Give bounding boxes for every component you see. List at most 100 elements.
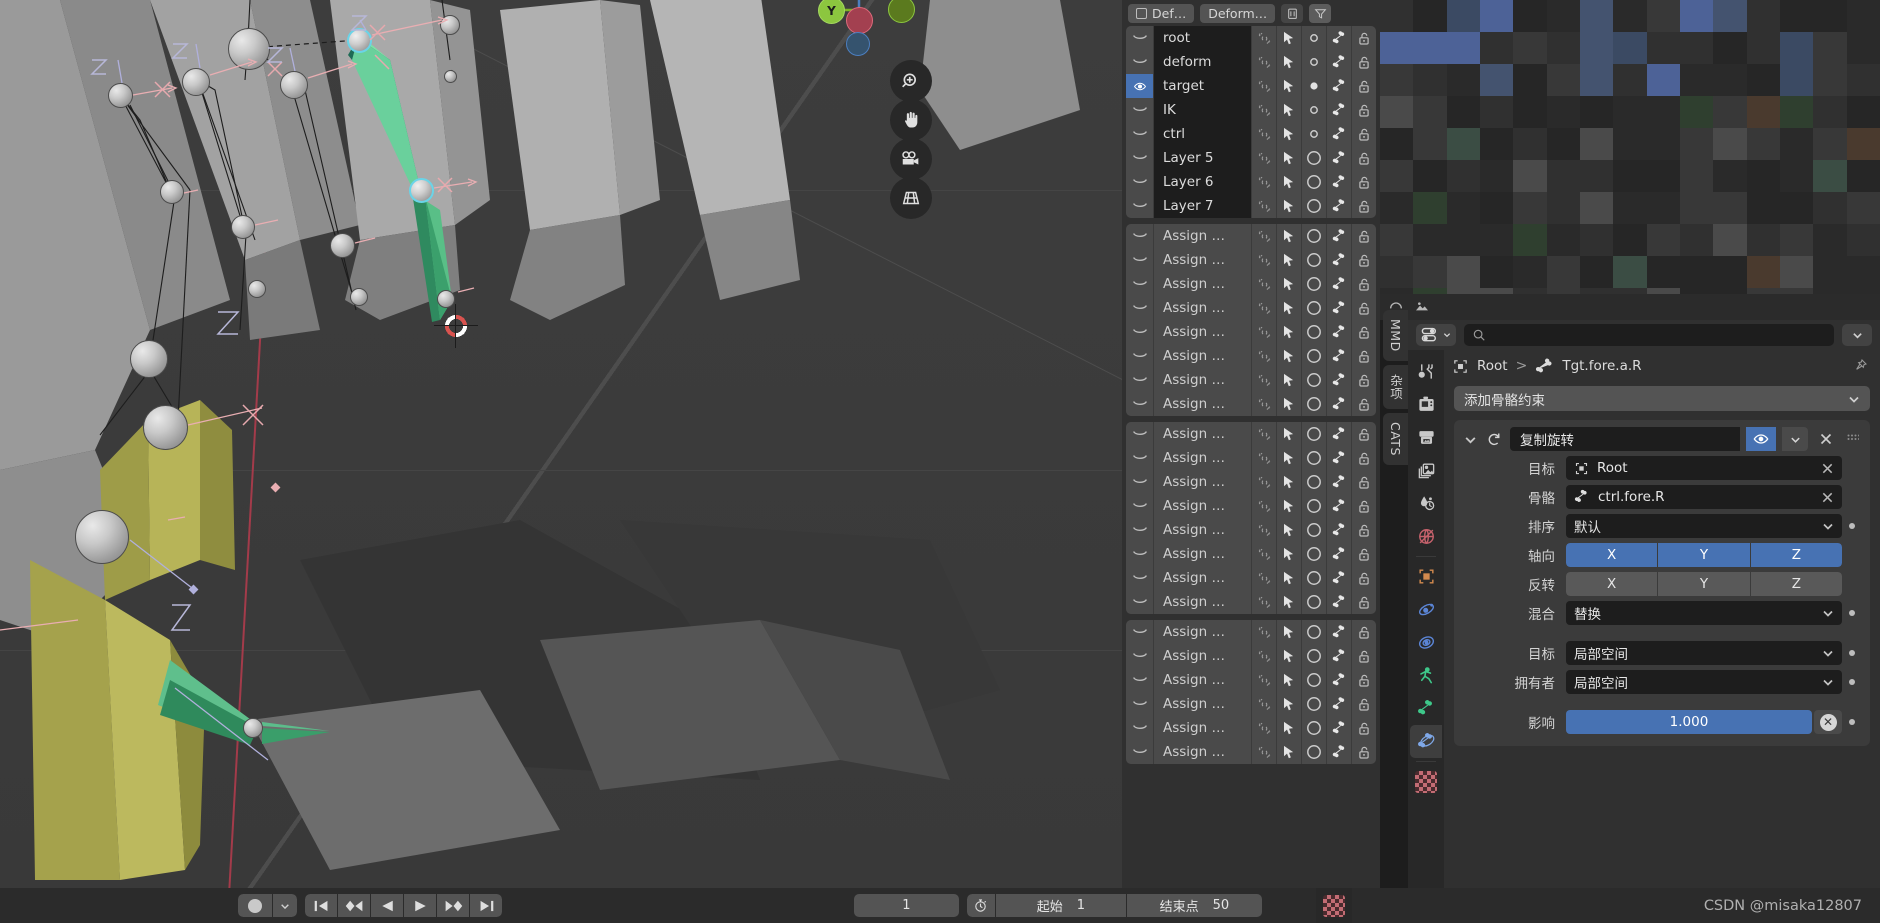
lock-open-icon[interactable] bbox=[1352, 620, 1376, 644]
layer-visibility-toggle[interactable] bbox=[1126, 272, 1153, 296]
lock-open-icon[interactable] bbox=[1352, 248, 1376, 272]
select-cursor-icon[interactable] bbox=[1277, 446, 1301, 470]
layer-name[interactable]: Assign … bbox=[1154, 566, 1251, 590]
tab-object-data[interactable] bbox=[1410, 659, 1442, 692]
bone-icon[interactable] bbox=[1327, 692, 1351, 716]
unlink-icon[interactable] bbox=[1252, 446, 1276, 470]
bone-icon[interactable] bbox=[1327, 392, 1351, 416]
layer-visibility-toggle[interactable] bbox=[1126, 692, 1153, 716]
bone-layers-panel[interactable]: Def… Deform… root deform target IK ctrl Layer… bbox=[1122, 0, 1380, 888]
layer-row[interactable]: Assign … bbox=[1126, 668, 1376, 692]
n-panel-tab-mmd[interactable]: MMD bbox=[1383, 310, 1408, 361]
bone-icon[interactable] bbox=[1327, 344, 1351, 368]
influence-reset-button[interactable]: ✕ bbox=[1814, 710, 1842, 734]
unlink-icon[interactable] bbox=[1252, 368, 1276, 392]
layer-state-dot[interactable] bbox=[1302, 296, 1326, 320]
filter-icon[interactable] bbox=[1309, 3, 1332, 23]
layer-row[interactable]: Assign … bbox=[1126, 446, 1376, 470]
layer-state-dot[interactable] bbox=[1302, 194, 1326, 218]
properties-content[interactable]: Root > Tgt.fore.a.R 添加骨骼约束 复制旋转 目标 Root … bbox=[1444, 350, 1880, 888]
jump-to-start-button[interactable] bbox=[305, 894, 337, 917]
3d-viewport[interactable]: Y bbox=[0, 0, 1122, 888]
layer-row[interactable]: Assign … bbox=[1126, 272, 1376, 296]
image-icon[interactable] bbox=[1412, 299, 1432, 315]
layer-name[interactable]: Assign … bbox=[1154, 344, 1251, 368]
bone-icon[interactable] bbox=[1327, 26, 1351, 50]
select-cursor-icon[interactable] bbox=[1277, 26, 1301, 50]
constraint-menu-button[interactable] bbox=[1782, 427, 1808, 451]
search-input[interactable] bbox=[1464, 324, 1834, 346]
unlink-icon[interactable] bbox=[1252, 740, 1276, 764]
layer-row[interactable]: Assign … bbox=[1126, 494, 1376, 518]
playback-transport[interactable] bbox=[305, 894, 502, 917]
layer-name[interactable]: Assign … bbox=[1154, 368, 1251, 392]
bone-icon[interactable] bbox=[1327, 644, 1351, 668]
layer-state-dot[interactable] bbox=[1302, 620, 1326, 644]
deform-checkbox-button[interactable]: Def… bbox=[1128, 3, 1195, 23]
layer-visibility-toggle[interactable] bbox=[1126, 392, 1153, 416]
layer-row[interactable]: Assign … bbox=[1126, 224, 1376, 248]
layer-state-dot[interactable] bbox=[1302, 26, 1326, 50]
bone-icon[interactable] bbox=[1327, 668, 1351, 692]
layer-state-dot[interactable] bbox=[1302, 74, 1326, 98]
layer-row[interactable]: Assign … bbox=[1126, 740, 1376, 764]
layer-state-dot[interactable] bbox=[1302, 644, 1326, 668]
layer-name[interactable]: Assign … bbox=[1154, 740, 1251, 764]
timeline-editor[interactable]: 1 起始 1 结束点 50 CSDN @misaka12807 bbox=[0, 888, 1880, 923]
tab-object[interactable] bbox=[1410, 560, 1442, 593]
layer-state-dot[interactable] bbox=[1302, 494, 1326, 518]
layer-visibility-toggle[interactable] bbox=[1126, 194, 1153, 218]
layer-state-dot[interactable] bbox=[1302, 344, 1326, 368]
lock-open-icon[interactable] bbox=[1352, 98, 1376, 122]
constraint-field-axis[interactable]: 轴向 X Y Z bbox=[1462, 543, 1862, 567]
bone-icon[interactable] bbox=[1327, 716, 1351, 740]
select-cursor-icon[interactable] bbox=[1277, 392, 1301, 416]
layer-state-dot[interactable] bbox=[1302, 566, 1326, 590]
current-frame-field[interactable]: 1 bbox=[853, 894, 959, 917]
select-cursor-icon[interactable] bbox=[1277, 368, 1301, 392]
layer-name[interactable]: Assign … bbox=[1154, 494, 1251, 518]
layer-name[interactable]: Assign … bbox=[1154, 248, 1251, 272]
lock-open-icon[interactable] bbox=[1352, 194, 1376, 218]
select-cursor-icon[interactable] bbox=[1277, 320, 1301, 344]
select-cursor-icon[interactable] bbox=[1277, 518, 1301, 542]
invert-toggle-x[interactable]: X bbox=[1566, 572, 1658, 596]
unlink-icon[interactable] bbox=[1252, 98, 1276, 122]
lock-open-icon[interactable] bbox=[1352, 122, 1376, 146]
prev-keyframe-button[interactable] bbox=[338, 894, 370, 917]
constraint-enable-toggle[interactable] bbox=[1746, 427, 1776, 451]
axis-toggle-y[interactable]: Y bbox=[1658, 543, 1750, 567]
order-animate-dot[interactable] bbox=[1842, 523, 1862, 529]
bone-icon[interactable] bbox=[1327, 170, 1351, 194]
select-cursor-icon[interactable] bbox=[1277, 620, 1301, 644]
tab-bone-constraint[interactable] bbox=[1410, 725, 1442, 758]
lock-open-icon[interactable] bbox=[1352, 446, 1376, 470]
gizmo-axis-x[interactable] bbox=[846, 7, 873, 34]
layer-row[interactable]: Assign … bbox=[1126, 248, 1376, 272]
layer-state-dot[interactable] bbox=[1302, 98, 1326, 122]
unlink-icon[interactable] bbox=[1252, 170, 1276, 194]
image-editor[interactable] bbox=[1380, 0, 1880, 320]
layer-state-dot[interactable] bbox=[1302, 224, 1326, 248]
bone-icon[interactable] bbox=[1327, 248, 1351, 272]
lock-open-icon[interactable] bbox=[1352, 170, 1376, 194]
select-cursor-icon[interactable] bbox=[1277, 590, 1301, 614]
layer-row[interactable]: Assign … bbox=[1126, 470, 1376, 494]
layer-row[interactable]: Assign … bbox=[1126, 368, 1376, 392]
tab-modifiers[interactable] bbox=[1410, 593, 1442, 626]
layer-visibility-toggle[interactable] bbox=[1126, 716, 1153, 740]
constraint-field-target[interactable]: 目标 Root bbox=[1462, 456, 1862, 480]
axis-toggle-group[interactable]: XYZ bbox=[1566, 543, 1842, 567]
bone-icon[interactable] bbox=[1327, 620, 1351, 644]
layer-visibility-toggle[interactable] bbox=[1126, 74, 1153, 98]
layer-name[interactable]: Assign … bbox=[1154, 272, 1251, 296]
layer-group[interactable]: Assign … Assign … Assign … Assign … Assign …… bbox=[1126, 620, 1376, 764]
lock-open-icon[interactable] bbox=[1352, 716, 1376, 740]
pin-icon[interactable] bbox=[1852, 358, 1868, 374]
layer-row[interactable]: Assign … bbox=[1126, 716, 1376, 740]
mix-dropdown[interactable]: 替换 bbox=[1566, 601, 1842, 625]
layer-state-dot[interactable] bbox=[1302, 740, 1326, 764]
layer-state-dot[interactable] bbox=[1302, 692, 1326, 716]
constraint-delete-button[interactable] bbox=[1814, 432, 1838, 446]
bone-icon[interactable] bbox=[1327, 566, 1351, 590]
